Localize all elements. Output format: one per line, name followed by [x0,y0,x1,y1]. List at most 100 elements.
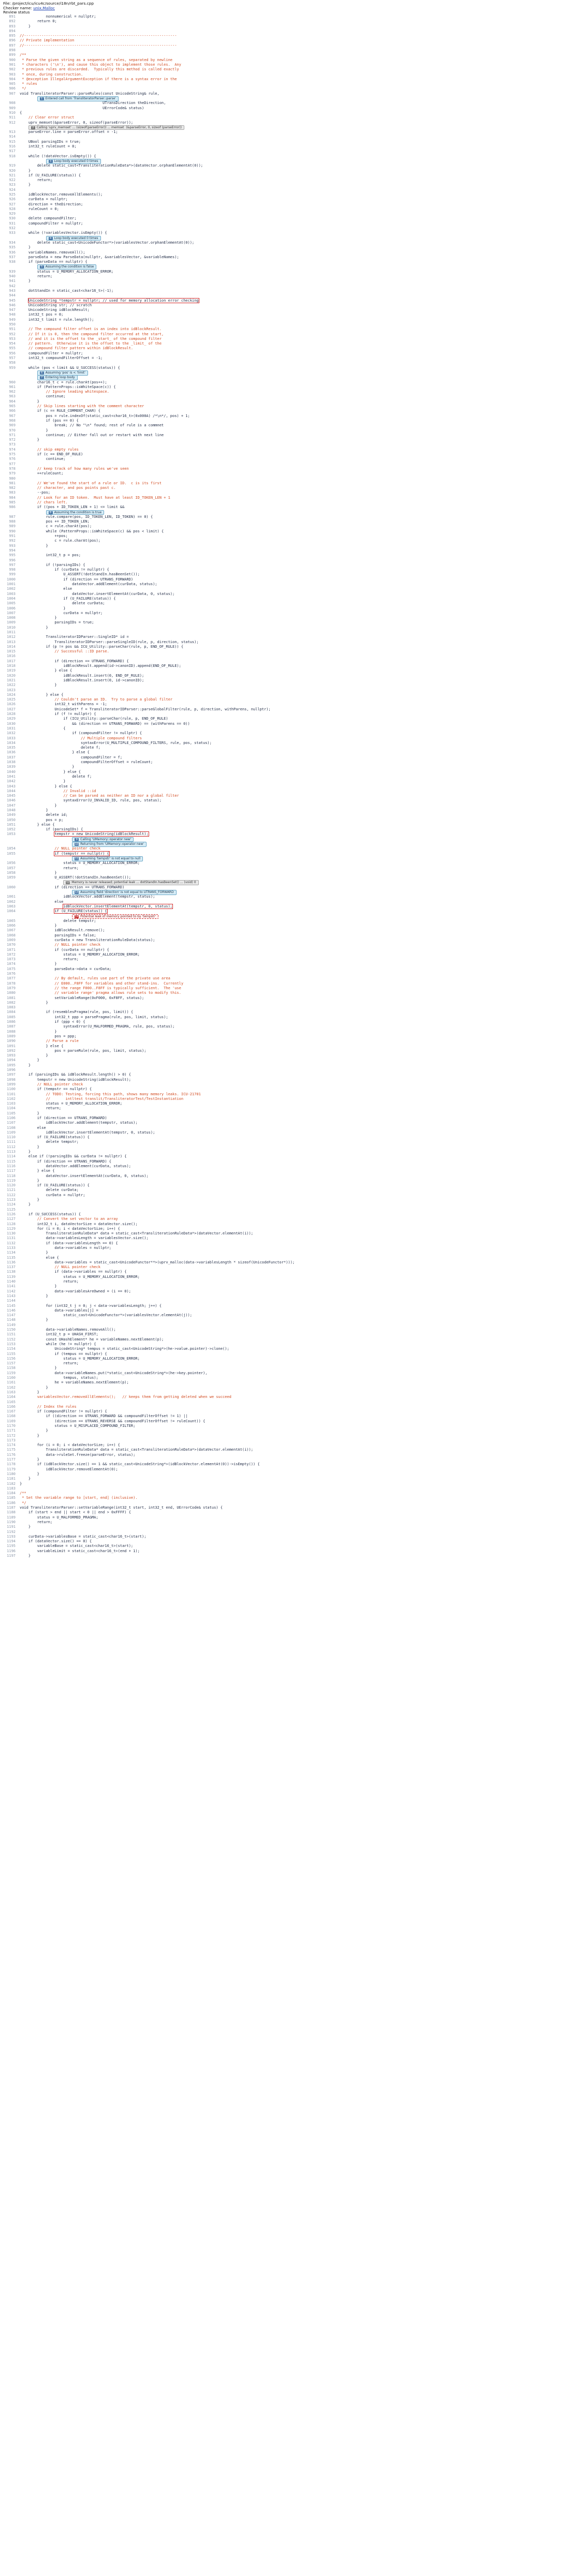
line-number[interactable]: 979 [0,471,16,476]
line-number[interactable]: 900 [0,58,16,63]
line-number[interactable]: 917 [0,149,16,154]
line-number[interactable]: 950 [0,322,16,327]
line-number[interactable]: 1108 [0,1126,16,1130]
line-number[interactable]: 1047 [0,803,16,808]
line-number[interactable]: 1013 [0,640,16,645]
line-number[interactable]: 1177 [0,1457,16,1462]
line-number[interactable]: 982 [0,486,16,490]
line-number[interactable]: 1125 [0,1208,16,1212]
line-number[interactable]: 1122 [0,1193,16,1198]
line-number[interactable]: 918 [0,154,16,159]
line-number[interactable]: 1133 [0,1246,16,1250]
line-number[interactable]: 1157 [0,1361,16,1366]
line-number[interactable]: 955 [0,346,16,351]
line-number[interactable]: 1033 [0,736,16,741]
line-number[interactable]: 1084 [0,1010,16,1015]
line-number[interactable]: 1072 [0,952,16,957]
line-number[interactable]: 1003 [0,592,16,597]
line-number[interactable]: 1091 [0,1044,16,1049]
line-number[interactable]: 1187 [0,1506,16,1510]
line-number[interactable]: 1162 [0,1386,16,1390]
line-number[interactable]: 952 [0,332,16,337]
line-number[interactable]: 1044 [0,789,16,794]
bug-report-bubble[interactable]: 14 Potential leak of memory pointed to by… [72,914,159,919]
line-number[interactable]: 958 [0,361,16,365]
line-number[interactable]: 1026 [0,702,16,707]
line-number[interactable]: 1123 [0,1198,16,1202]
line-number[interactable]: 946 [0,303,16,308]
line-number[interactable]: 895 [0,34,16,38]
line-number[interactable]: 897 [0,43,16,48]
line-number[interactable]: 1100 [0,1087,16,1092]
line-number[interactable]: 1050 [0,818,16,823]
line-number[interactable]: 1025 [0,697,16,702]
line-number[interactable]: 1032 [0,731,16,736]
path-event-bubble[interactable]: 5 Assuming the condition is false [37,264,97,270]
line-number[interactable]: 1195 [0,1544,16,1548]
line-number[interactable]: 968 [0,419,16,423]
line-number[interactable]: 1183 [0,1486,16,1491]
line-number[interactable]: 991 [0,534,16,539]
line-number[interactable]: 1140 [0,1279,16,1284]
line-number[interactable]: 1089 [0,1034,16,1039]
line-number[interactable]: 1149 [0,1323,16,1328]
path-event-bubble[interactable]: 3 Loop body executed 0 times [46,158,101,164]
line-number[interactable]: 1002 [0,587,16,591]
line-number[interactable]: 1174 [0,1443,16,1448]
line-number[interactable]: 1057 [0,866,16,871]
line-number[interactable]: 969 [0,423,16,428]
line-number[interactable]: 1068 [0,933,16,938]
line-number[interactable]: 1103 [0,1101,16,1106]
line-number[interactable]: 1189 [0,1515,16,1520]
line-number[interactable]: 964 [0,399,16,404]
line-number[interactable]: 1054 [0,846,16,851]
line-number[interactable]: 1160 [0,1376,16,1380]
line-number[interactable]: 1145 [0,1304,16,1308]
line-number[interactable]: 1051 [0,823,16,827]
line-number[interactable]: 923 [0,183,16,187]
line-number[interactable]: 1020 [0,674,16,678]
line-number[interactable]: 1180 [0,1472,16,1477]
line-number[interactable]: 1034 [0,741,16,746]
line-number[interactable]: 959 [0,366,16,370]
line-number[interactable]: 960 [0,380,16,385]
line-number[interactable]: 1185 [0,1496,16,1500]
line-number[interactable]: 965 [0,404,16,409]
line-number[interactable]: 938 [0,260,16,264]
line-number[interactable]: 992 [0,539,16,543]
line-number[interactable]: 899 [0,53,16,57]
line-number[interactable]: 1173 [0,1438,16,1443]
line-number[interactable]: 1022 [0,683,16,688]
line-number[interactable]: 1119 [0,1179,16,1183]
line-number[interactable]: 1056 [0,861,16,866]
line-number[interactable]: 1028 [0,712,16,717]
line-number[interactable]: 1030 [0,722,16,726]
line-number[interactable]: 998 [0,568,16,572]
line-number[interactable]: 1080 [0,991,16,995]
line-number[interactable]: 1163 [0,1390,16,1395]
line-number[interactable]: 1017 [0,659,16,664]
path-event-bubble[interactable]: 4 Loop body executed 0 times [46,235,101,241]
line-number[interactable]: 1074 [0,962,16,966]
line-number[interactable]: 1188 [0,1510,16,1515]
line-number[interactable]: 1065 [0,919,16,924]
line-number[interactable]: 922 [0,178,16,183]
line-number[interactable]: 1066 [0,924,16,928]
line-number[interactable]: 1101 [0,1092,16,1097]
path-event-bubble[interactable]: 12 Memory is never released; potential le… [63,880,199,886]
line-number[interactable]: 901 [0,63,16,67]
line-number[interactable]: 1153 [0,1342,16,1347]
line-number[interactable]: 1155 [0,1352,16,1357]
line-number[interactable]: 1016 [0,654,16,659]
line-number[interactable]: 1196 [0,1549,16,1554]
line-number[interactable]: 1114 [0,1154,16,1159]
line-number[interactable]: 1027 [0,707,16,712]
line-number[interactable]: 912 [0,121,16,125]
line-number[interactable]: 1156 [0,1357,16,1361]
line-number[interactable]: 1171 [0,1428,16,1433]
line-number[interactable]: 1075 [0,967,16,972]
line-number[interactable]: 1077 [0,976,16,981]
line-number[interactable]: 1049 [0,813,16,817]
line-number[interactable]: 1186 [0,1501,16,1506]
line-number[interactable]: 986 [0,505,16,510]
